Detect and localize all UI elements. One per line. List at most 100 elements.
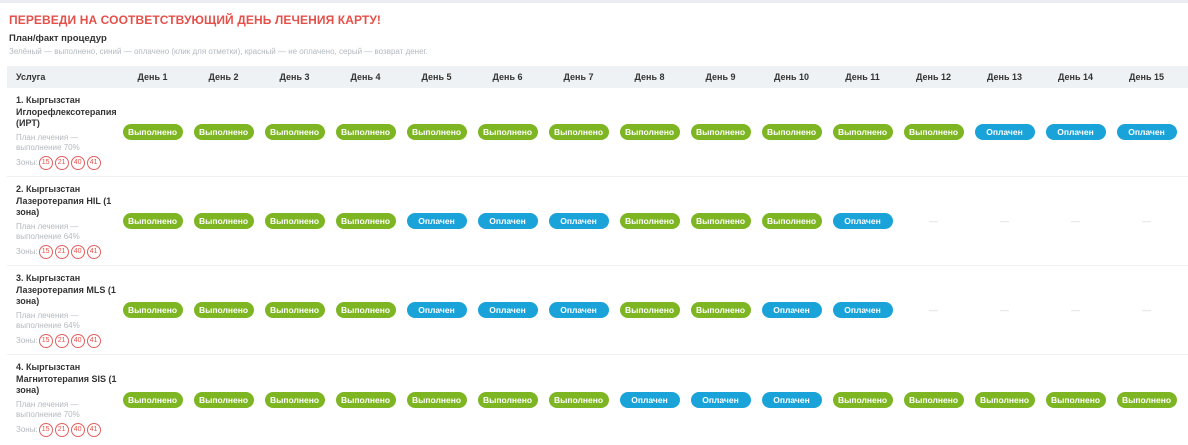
status-paid-button[interactable]: Оплачен (548, 302, 609, 318)
header-day: День 11 (845, 72, 880, 82)
status-done-badge: Выполнено (406, 391, 467, 408)
day-cell: Выполнено (401, 355, 472, 444)
status-done-badge: Выполнено (264, 391, 325, 408)
empty-day: — (929, 216, 938, 226)
status-done-badge: Выполнено (122, 213, 183, 229)
status-done-badge: Выполнено (761, 213, 822, 229)
empty-day: — (1142, 216, 1151, 226)
day-cell: Оплачен (756, 266, 827, 354)
day-cell: Выполнено (259, 355, 330, 444)
day-cell: — (1111, 177, 1182, 265)
day-cell: Оплачен (472, 266, 543, 354)
day-cell: Выполнено (685, 177, 756, 265)
status-paid-button[interactable]: Оплачен (477, 213, 538, 229)
day-cell: Выполнено (827, 88, 898, 176)
day-cell: — (898, 177, 969, 265)
status-done-badge: Выполнено (1045, 391, 1106, 408)
service-name: 4. Кыргызстан Магнитотерапия SIS (1 зона… (16, 362, 117, 395)
day-cell: Выполнено (614, 266, 685, 354)
day-cell: Выполнено (543, 355, 614, 444)
status-done-badge: Выполнено (264, 302, 325, 318)
header-day: День 2 (208, 72, 239, 82)
status-paid-button[interactable]: Оплачен (761, 391, 822, 408)
status-paid-button[interactable]: Оплачен (619, 391, 680, 408)
status-done-badge: Выполнено (335, 213, 396, 229)
status-paid-button[interactable]: Оплачен (1045, 124, 1106, 140)
zone-badge: 21 (54, 333, 69, 348)
status-done-badge: Выполнено (761, 124, 822, 140)
status-paid-button[interactable]: Оплачен (832, 213, 893, 229)
day-cell: Выполнено (1040, 355, 1111, 444)
day-cell: Оплачен (827, 177, 898, 265)
zone-badge: 41 (86, 422, 101, 437)
day-cell: Оплачен (472, 177, 543, 265)
status-done-badge: Выполнено (690, 302, 751, 318)
status-done-badge: Выполнено (264, 213, 325, 229)
status-paid-button[interactable]: Оплачен (406, 302, 467, 318)
day-cell: — (898, 266, 969, 354)
day-cell: — (1040, 266, 1111, 354)
treatment-plan-progress: План лечения — выполнение 64% (16, 310, 80, 330)
zone-badge: 21 (54, 155, 69, 170)
day-cell: Выполнено (188, 88, 259, 176)
empty-day: — (929, 305, 938, 315)
status-done-badge: Выполнено (122, 302, 183, 318)
day-cell: Выполнено (401, 88, 472, 176)
status-done-badge: Выполнено (477, 391, 538, 408)
status-done-badge: Выполнено (477, 124, 538, 140)
status-done-badge: Выполнено (335, 391, 396, 408)
status-paid-button[interactable]: Оплачен (832, 302, 893, 318)
day-cell: — (969, 266, 1040, 354)
day-cell: Выполнено (756, 177, 827, 265)
status-paid-button[interactable]: Оплачен (477, 302, 538, 318)
empty-day: — (1071, 216, 1080, 226)
day-cell: Выполнено (259, 88, 330, 176)
empty-day: — (1000, 305, 1009, 315)
day-cell: Выполнено (472, 88, 543, 176)
status-paid-button[interactable]: Оплачен (406, 213, 467, 229)
status-done-badge: Выполнено (619, 213, 680, 229)
status-done-badge: Выполнено (122, 391, 183, 408)
day-cell: Выполнено (330, 266, 401, 354)
service-cell: 1. Кыргызстан Иглорефлексотерапия (ИРТ) П… (7, 88, 117, 176)
status-done-badge: Выполнено (1116, 391, 1177, 408)
zone-badge: 40 (70, 333, 85, 348)
table-row: 3. Кыргызстан Лазеротерапия MLS (1 зона)… (7, 266, 1188, 355)
zone-badge: 21 (54, 422, 69, 437)
status-done-badge: Выполнено (619, 302, 680, 318)
day-cell: Оплачен (969, 88, 1040, 176)
header-day: День 15 (1128, 72, 1164, 82)
day-cell: Выполнено (898, 88, 969, 176)
zone-badge: 21 (54, 244, 69, 259)
procedure-grid: Услуга День 1 День 2 День 3 День 4 День 5 Ден… (7, 66, 1188, 444)
header-day: День 4 (350, 72, 381, 82)
status-paid-button[interactable]: Оплачен (548, 213, 609, 229)
grid-header: Услуга День 1 День 2 День 3 День 4 День 5 Ден… (7, 66, 1188, 88)
day-cell: Оплачен (1111, 88, 1182, 176)
empty-day: — (1071, 305, 1080, 315)
service-name: 3. Кыргызстан Лазеротерапия MLS (1 зона) (16, 273, 116, 306)
day-cell: Выполнено (259, 177, 330, 265)
status-paid-button[interactable]: Оплачен (761, 302, 822, 318)
treatment-plan-progress: План лечения — выполнение 70% (16, 132, 80, 152)
day-cell: — (1040, 177, 1111, 265)
header-day: День 13 (986, 72, 1022, 82)
day-cell: Выполнено (969, 355, 1040, 444)
top-divider (0, 0, 1188, 3)
treatment-plan-progress: План лечения — выполнение 64% (16, 221, 80, 241)
status-done-badge: Выполнено (122, 124, 183, 140)
day-cell: Выполнено (827, 355, 898, 444)
status-paid-button[interactable]: Оплачен (1116, 124, 1177, 140)
day-cell: Оплачен (1040, 88, 1111, 176)
header-day: День 12 (915, 72, 951, 82)
day-cell: Выполнено (1111, 355, 1182, 444)
service-name: 1. Кыргызстан Иглорефлексотерапия (ИРТ) (16, 95, 117, 128)
status-paid-button[interactable]: Оплачен (690, 391, 751, 408)
status-paid-button[interactable]: Оплачен (974, 124, 1035, 140)
day-cell: Выполнено (543, 88, 614, 176)
status-done-badge: Выполнено (903, 391, 964, 408)
zone-badge: 41 (86, 155, 101, 170)
empty-day: — (1000, 216, 1009, 226)
service-cell: 2. Кыргызстан Лазеротерапия HIL (1 зона)… (7, 177, 117, 265)
day-cell: Выполнено (756, 88, 827, 176)
